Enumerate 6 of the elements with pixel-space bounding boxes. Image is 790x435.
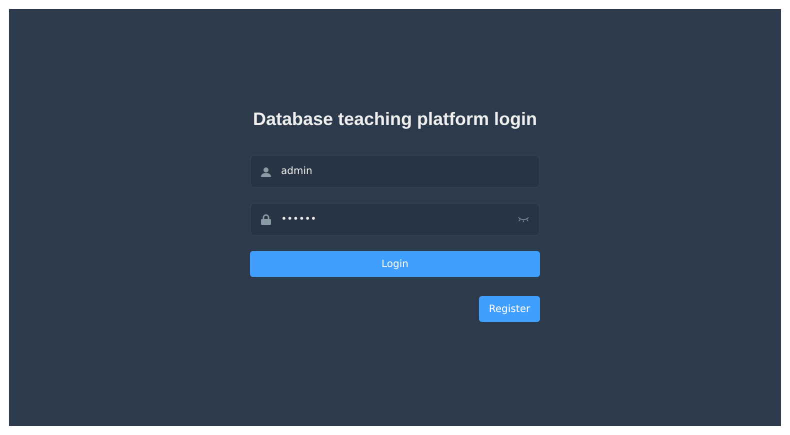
username-field[interactable]: admin	[250, 155, 540, 188]
lock-icon	[261, 214, 271, 225]
closed-eye-icon[interactable]	[518, 217, 529, 222]
user-icon	[261, 166, 271, 176]
login-title: Database teaching platform login	[252, 108, 538, 131]
password-field[interactable]: ••••••	[250, 203, 540, 236]
